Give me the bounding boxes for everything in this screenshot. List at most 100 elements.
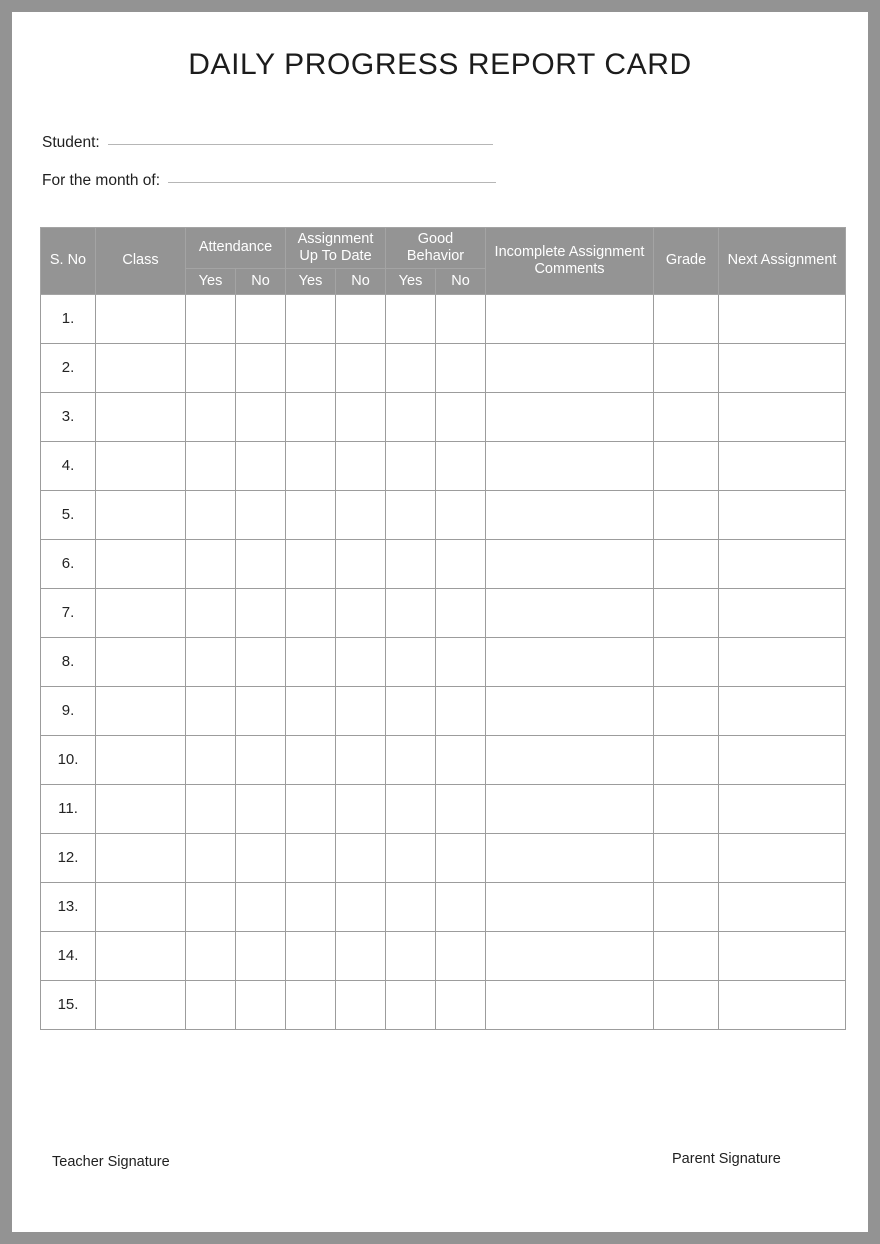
cell-comments[interactable]	[485, 489, 655, 540]
cell-behavior-yes[interactable]	[385, 685, 436, 736]
cell-assignment-yes[interactable]	[285, 636, 336, 687]
cell-assignment-no[interactable]	[335, 440, 386, 491]
cell-behavior-yes[interactable]	[385, 489, 436, 540]
cell-grade[interactable]	[653, 489, 720, 540]
cell-attendance-no[interactable]	[235, 979, 286, 1030]
cell-assignment-yes[interactable]	[285, 832, 336, 883]
cell-behavior-no[interactable]	[434, 293, 487, 344]
cell-comments[interactable]	[485, 930, 655, 981]
cell-attendance-yes[interactable]	[185, 979, 236, 1030]
cell-comments[interactable]	[485, 734, 655, 785]
cell-class[interactable]	[95, 391, 186, 442]
cell-behavior-yes[interactable]	[385, 538, 436, 589]
cell-attendance-no[interactable]	[235, 391, 286, 442]
cell-grade[interactable]	[653, 391, 720, 442]
cell-next-assignment[interactable]	[718, 391, 847, 442]
cell-assignment-yes[interactable]	[285, 342, 336, 393]
cell-behavior-no[interactable]	[434, 342, 487, 393]
cell-assignment-yes[interactable]	[285, 587, 336, 638]
student-field-rule[interactable]	[107, 144, 493, 145]
cell-behavior-no[interactable]	[434, 783, 487, 834]
cell-attendance-yes[interactable]	[185, 293, 236, 344]
cell-attendance-no[interactable]	[235, 734, 286, 785]
cell-assignment-yes[interactable]	[285, 979, 336, 1030]
cell-class[interactable]	[95, 587, 186, 638]
cell-comments[interactable]	[485, 293, 655, 344]
cell-assignment-no[interactable]	[335, 783, 386, 834]
month-field-rule[interactable]	[168, 182, 497, 183]
cell-assignment-no[interactable]	[335, 930, 386, 981]
cell-assignment-yes[interactable]	[285, 489, 336, 540]
cell-class[interactable]	[95, 734, 186, 785]
cell-grade[interactable]	[653, 685, 720, 736]
cell-behavior-yes[interactable]	[385, 293, 436, 344]
cell-attendance-no[interactable]	[235, 930, 286, 981]
cell-assignment-yes[interactable]	[285, 391, 336, 442]
cell-attendance-no[interactable]	[235, 881, 286, 932]
cell-attendance-no[interactable]	[235, 636, 286, 687]
cell-attendance-yes[interactable]	[185, 734, 236, 785]
cell-behavior-no[interactable]	[434, 734, 487, 785]
cell-assignment-no[interactable]	[335, 685, 386, 736]
cell-assignment-no[interactable]	[335, 587, 386, 638]
cell-assignment-no[interactable]	[335, 342, 386, 393]
cell-next-assignment[interactable]	[718, 587, 847, 638]
cell-next-assignment[interactable]	[718, 342, 847, 393]
cell-assignment-no[interactable]	[335, 293, 386, 344]
cell-next-assignment[interactable]	[718, 293, 847, 344]
cell-attendance-no[interactable]	[235, 293, 286, 344]
cell-behavior-yes[interactable]	[385, 881, 436, 932]
cell-comments[interactable]	[485, 979, 655, 1030]
cell-behavior-no[interactable]	[434, 930, 487, 981]
cell-class[interactable]	[95, 783, 186, 834]
cell-assignment-yes[interactable]	[285, 783, 336, 834]
cell-comments[interactable]	[485, 881, 655, 932]
cell-class[interactable]	[95, 636, 186, 687]
cell-comments[interactable]	[485, 587, 655, 638]
cell-next-assignment[interactable]	[718, 881, 847, 932]
cell-next-assignment[interactable]	[718, 930, 847, 981]
cell-behavior-no[interactable]	[434, 440, 487, 491]
cell-next-assignment[interactable]	[718, 783, 847, 834]
cell-attendance-yes[interactable]	[185, 587, 236, 638]
cell-grade[interactable]	[653, 783, 720, 834]
cell-assignment-no[interactable]	[335, 391, 386, 442]
cell-attendance-no[interactable]	[235, 783, 286, 834]
cell-attendance-yes[interactable]	[185, 881, 236, 932]
cell-attendance-yes[interactable]	[185, 391, 236, 442]
cell-assignment-no[interactable]	[335, 489, 386, 540]
cell-behavior-yes[interactable]	[385, 734, 436, 785]
cell-attendance-yes[interactable]	[185, 685, 236, 736]
cell-attendance-no[interactable]	[235, 832, 286, 883]
cell-attendance-yes[interactable]	[185, 783, 236, 834]
cell-grade[interactable]	[653, 342, 720, 393]
cell-behavior-no[interactable]	[434, 538, 487, 589]
cell-comments[interactable]	[485, 783, 655, 834]
cell-assignment-yes[interactable]	[285, 734, 336, 785]
cell-assignment-yes[interactable]	[285, 538, 336, 589]
cell-grade[interactable]	[653, 930, 720, 981]
cell-assignment-yes[interactable]	[285, 293, 336, 344]
cell-next-assignment[interactable]	[718, 734, 847, 785]
cell-behavior-no[interactable]	[434, 881, 487, 932]
cell-assignment-no[interactable]	[335, 881, 386, 932]
cell-attendance-yes[interactable]	[185, 342, 236, 393]
cell-class[interactable]	[95, 538, 186, 589]
cell-assignment-yes[interactable]	[285, 685, 336, 736]
cell-attendance-yes[interactable]	[185, 440, 236, 491]
cell-attendance-no[interactable]	[235, 440, 286, 491]
cell-next-assignment[interactable]	[718, 489, 847, 540]
cell-behavior-no[interactable]	[434, 391, 487, 442]
cell-attendance-no[interactable]	[235, 342, 286, 393]
cell-behavior-yes[interactable]	[385, 391, 436, 442]
cell-class[interactable]	[95, 979, 186, 1030]
cell-attendance-yes[interactable]	[185, 832, 236, 883]
student-field[interactable]: Student:	[42, 134, 493, 152]
cell-next-assignment[interactable]	[718, 538, 847, 589]
cell-behavior-no[interactable]	[434, 489, 487, 540]
cell-grade[interactable]	[653, 587, 720, 638]
cell-grade[interactable]	[653, 293, 720, 344]
cell-grade[interactable]	[653, 881, 720, 932]
cell-behavior-no[interactable]	[434, 685, 487, 736]
cell-behavior-yes[interactable]	[385, 832, 436, 883]
